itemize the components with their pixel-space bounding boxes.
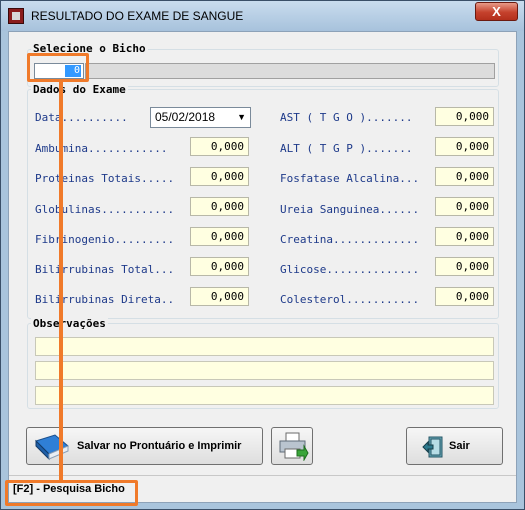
salvar-imprimir-label: Salvar no Prontuário e Imprimir [77,440,242,452]
ambumina-label: Ambumina............ [35,142,168,155]
data-date-value: 05/02/2018 [155,110,216,124]
ureia-field[interactable]: 0,000 [435,197,494,216]
print-button[interactable] [271,427,313,465]
observacoes-line-3[interactable] [35,386,494,405]
chevron-down-icon[interactable]: ▼ [237,108,246,127]
fibrinogenio-label: Fibrinogenio......... [35,233,175,246]
alt-label: ALT ( T G P )....... [280,142,413,155]
ast-field[interactable]: 0,000 [435,107,494,126]
glicose-field[interactable]: 0,000 [435,257,494,276]
observacoes-line-2[interactable] [35,361,494,380]
proteinas-field[interactable]: 0,000 [190,167,249,186]
fibrinogenio-field[interactable]: 0,000 [190,227,249,246]
fosfatase-label: Fosfatase Alcalina... [280,172,420,185]
app-icon [8,8,24,24]
close-button[interactable]: X [475,2,518,21]
alt-field[interactable]: 0,000 [435,137,494,156]
exit-door-icon [422,436,443,458]
book-save-icon [35,434,69,461]
bicho-name-field [85,63,495,79]
glicose-label: Glicose.............. [280,263,420,276]
highlight-connector-line [59,82,63,482]
colesterol-field[interactable]: 0,000 [435,287,494,306]
ureia-label: Ureia Sanguinea...... [280,203,420,216]
bilirrubinas-direta-label: Bilirrubinas Direta.. [35,293,175,306]
highlight-status-box [5,480,138,506]
bilirrubinas-total-field[interactable]: 0,000 [190,257,249,276]
fosfatase-field[interactable]: 0,000 [435,167,494,186]
creatina-field[interactable]: 0,000 [435,227,494,246]
sair-label: Sair [449,440,470,452]
observacoes-label: Observações [31,317,108,330]
globulinas-field[interactable]: 0,000 [190,197,249,216]
highlight-bicho-box [27,53,89,82]
data-label: Data.......... [35,111,128,124]
dados-label: Dados do Exame [31,83,128,96]
window-title: RESULTADO DO EXAME DE SANGUE [31,9,244,23]
bilirrubinas-direta-field[interactable]: 0,000 [190,287,249,306]
ast-label: AST ( T G O )....... [280,111,413,124]
printer-icon [279,432,309,461]
title-bar: RESULTADO DO EXAME DE SANGUE X [1,1,524,31]
data-date-picker[interactable]: 05/02/2018 ▼ [150,107,251,128]
creatina-label: Creatina............. [280,233,420,246]
observacoes-line-1[interactable] [35,337,494,356]
globulinas-label: Globulinas........... [35,203,175,216]
proteinas-label: Proteinas Totais..... [35,172,175,185]
colesterol-label: Colesterol........... [280,293,420,306]
client-area: Selecione o Bicho 0 Dados do Exame Data.… [8,31,517,503]
bilirrubinas-total-label: Bilirrubinas Total... [35,263,175,276]
sair-button[interactable]: Sair [406,427,503,465]
ambumina-field[interactable]: 0,000 [190,137,249,156]
